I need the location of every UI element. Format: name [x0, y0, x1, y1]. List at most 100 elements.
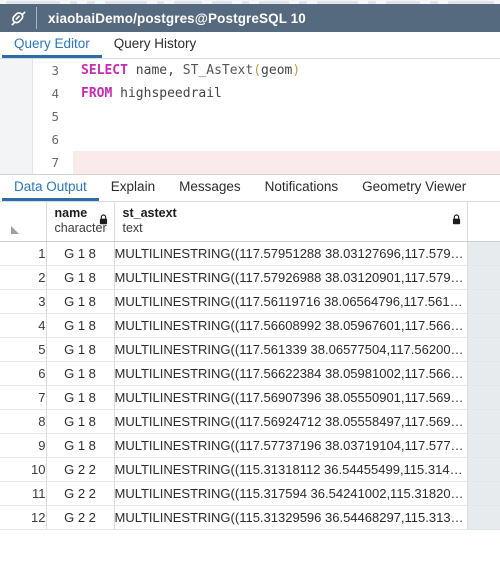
cell-st-astext[interactable]: MULTILINESTRING((117.56119716 38.0656479…	[114, 289, 468, 314]
tab-query-editor[interactable]: Query Editor	[2, 32, 102, 58]
table-row[interactable]: 4G 1 8 MULTILINESTRING((117.56608992 38.0…	[0, 313, 500, 338]
editor-line-4: 4 FROM highspeedrail	[51, 82, 500, 105]
toolbar-button-1[interactable]	[69, 1, 78, 4]
cell-name[interactable]: G 1 8	[46, 433, 115, 458]
toolbar-button-5[interactable]	[173, 1, 203, 4]
editor-line-number: 3	[51, 63, 59, 78]
table-row[interactable]: 1G 1 8 MULTILINESTRING((117.57951288 38.0…	[0, 241, 500, 266]
cell-st-astext[interactable]: MULTILINESTRING((117.56924712 38.0555849…	[114, 409, 468, 434]
cell-st-astext[interactable]: MULTILINESTRING((117.56907396 38.0555090…	[114, 385, 468, 410]
cell-st-astext[interactable]: MULTILINESTRING((117.561339 38.06577504,…	[114, 337, 468, 362]
editor-gutter	[0, 59, 33, 174]
grid-filler-cell	[467, 313, 500, 338]
cell-name[interactable]: G 1 8	[46, 361, 115, 386]
table-row[interactable]: 2G 1 8 MULTILINESTRING((117.57926988 38.0…	[0, 265, 500, 290]
cell-st-astext[interactable]: MULTILINESTRING((115.317594 36.54241002,…	[114, 481, 468, 506]
table-row[interactable]: 8G 1 8 MULTILINESTRING((117.56924712 38.0…	[0, 409, 500, 434]
cell-name[interactable]: G 1 8	[46, 289, 115, 314]
cell-st-astext[interactable]: MULTILINESTRING((117.56608992 38.0596760…	[114, 313, 468, 338]
toolbar-button-4[interactable]	[156, 1, 164, 4]
grid-filler-cell	[467, 481, 500, 506]
table-row[interactable]: 6G 1 8 MULTILINESTRING((117.56622384 38.0…	[0, 361, 500, 386]
cell-name[interactable]: G 2 2	[46, 457, 115, 482]
grid-filler-cell	[467, 433, 500, 458]
grid-filler-cell	[467, 505, 500, 530]
toolbar-button-2[interactable]	[87, 1, 95, 4]
editor-line-text: SELECT name, ST_AsText(geom)	[81, 63, 301, 78]
tab-data-output[interactable]: Data Output	[2, 175, 99, 201]
editor-line-5: 5	[51, 105, 500, 128]
table-row[interactable]: 9G 1 8 MULTILINESTRING((117.57737196 38.0…	[0, 433, 500, 458]
lock-icon	[452, 214, 460, 225]
editor-line-text: FROM highspeedrail	[81, 86, 222, 101]
cell-st-astext[interactable]: MULTILINESTRING((117.57737196 38.0371910…	[114, 433, 468, 458]
toolbar-button-14[interactable]	[447, 1, 494, 4]
grid-filler-cell	[467, 385, 500, 410]
cell-name[interactable]: G 1 8	[46, 241, 115, 266]
grid-filler-cell	[467, 457, 500, 482]
cell-st-astext[interactable]: MULTILINESTRING((117.57926988 38.0312090…	[114, 265, 468, 290]
cell-name[interactable]: G 1 8	[46, 265, 115, 290]
table-row[interactable]: 10 G 2 2 MULTILINESTRING((115.31318112 36.…	[0, 457, 500, 482]
row-number-cell[interactable]: 7	[0, 385, 47, 410]
editor-code-area[interactable]: 3 SELECT name, ST_AsText(geom) 4 FROM highs…	[51, 59, 500, 174]
column-header-st-astext-label: st_astext	[122, 206, 177, 220]
grid-corner-cell[interactable]	[0, 202, 47, 242]
tab-query-history[interactable]: Query History	[102, 32, 209, 58]
row-number-cell[interactable]: 3	[0, 289, 47, 314]
row-number-cell[interactable]: 12	[0, 505, 47, 530]
row-number-cell[interactable]: 9	[0, 433, 47, 458]
cell-name[interactable]: G 1 8	[46, 313, 115, 338]
data-output-grid[interactable]: name character st_astext text 1 G 1 8 MU…	[0, 202, 500, 564]
toolbar-button-13[interactable]	[430, 1, 438, 4]
row-number-cell[interactable]: 5	[0, 337, 47, 362]
tab-explain[interactable]: Explain	[99, 175, 167, 201]
column-header-st-astext[interactable]: st_astext text	[114, 202, 468, 242]
cell-st-astext[interactable]: MULTILINESTRING((115.31329596 36.5446829…	[114, 505, 468, 530]
toolbar-button-0[interactable]	[6, 1, 60, 4]
row-number-cell[interactable]: 8	[0, 409, 47, 434]
toolbar-button-8[interactable]	[259, 1, 290, 4]
editor-line-number: 7	[51, 155, 59, 170]
grid-filler-cell	[467, 409, 500, 434]
cell-st-astext[interactable]: MULTILINESTRING((117.56622384 38.0598100…	[114, 361, 468, 386]
cell-name[interactable]: G 1 8	[46, 385, 115, 410]
row-number-cell[interactable]: 4	[0, 313, 47, 338]
table-row[interactable]: 3G 1 8 MULTILINESTRING((117.56119716 38.0…	[0, 289, 500, 314]
tab-messages[interactable]: Messages	[167, 175, 253, 201]
cell-name[interactable]: G 2 2	[46, 505, 115, 530]
grid-filler-cell	[467, 361, 500, 386]
tab-notifications[interactable]: Notifications	[253, 175, 351, 201]
cell-st-astext[interactable]: MULTILINESTRING((117.57951288 38.0312769…	[114, 241, 468, 266]
toolbar-button-7[interactable]	[241, 1, 250, 4]
tab-geometry-viewer[interactable]: Geometry Viewer	[350, 175, 478, 201]
cell-name[interactable]: G 2 2	[46, 481, 115, 506]
cell-name[interactable]: G 1 8	[46, 337, 115, 362]
row-number-cell[interactable]: 2	[0, 265, 47, 290]
grid-filler-cell	[467, 337, 500, 362]
table-row[interactable]: 12 G 2 2 MULTILINESTRING((115.31329596 36.…	[0, 505, 500, 530]
row-number-cell[interactable]: 6	[0, 361, 47, 386]
table-row[interactable]: 11 G 2 2 MULTILINESTRING((115.317594 36.54…	[0, 481, 500, 506]
output-panel-tabs: Data Output Explain Messages Notifications G…	[0, 175, 500, 202]
editor-line-3: 3 SELECT name, ST_AsText(geom)	[51, 59, 500, 82]
toolbar-button-9[interactable]	[299, 1, 307, 4]
toolbar-button-11[interactable]	[368, 1, 376, 4]
toolbar-button-6[interactable]	[212, 1, 232, 4]
row-number-cell[interactable]: 1	[0, 241, 47, 266]
editor-error-highlight	[73, 151, 500, 174]
cell-st-astext[interactable]: MULTILINESTRING((115.31318112 36.5445549…	[114, 457, 468, 482]
column-header-name[interactable]: name character	[46, 202, 115, 242]
lock-icon	[99, 214, 107, 225]
cell-name[interactable]: G 1 8	[46, 409, 115, 434]
sql-editor[interactable]: 3 SELECT name, ST_AsText(geom) 4 FROM highs…	[0, 59, 500, 175]
table-row[interactable]: 5G 1 8 MULTILINESTRING((117.561339 38.065…	[0, 337, 500, 362]
row-number-cell[interactable]: 11	[0, 481, 47, 506]
row-number-cell[interactable]: 10	[0, 457, 47, 482]
table-row[interactable]: 7G 1 8 MULTILINESTRING((117.56907396 38.0…	[0, 385, 500, 410]
grid-filler-cell	[467, 265, 500, 290]
toolbar-button-3[interactable]	[104, 1, 147, 4]
toolbar-button-10[interactable]	[316, 1, 359, 4]
toolbar-button-12[interactable]	[385, 1, 421, 4]
editor-line-6: 6	[51, 128, 500, 151]
